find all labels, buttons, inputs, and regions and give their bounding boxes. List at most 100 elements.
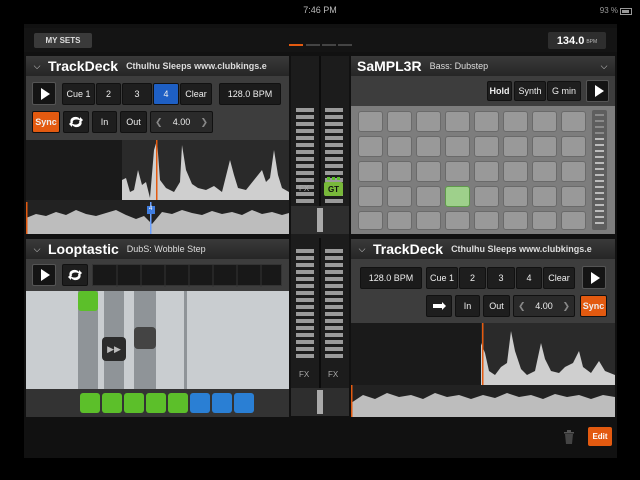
- deck1-play-button[interactable]: [32, 82, 56, 105]
- page-indicator[interactable]: [322, 44, 336, 46]
- deck2-waveform[interactable]: [351, 323, 615, 417]
- deck1-loop-button[interactable]: [63, 111, 89, 133]
- loop-clip-green[interactable]: [124, 393, 144, 413]
- deck1-cue-1[interactable]: Cue 1: [62, 83, 95, 105]
- pad[interactable]: [387, 111, 412, 132]
- pad[interactable]: [358, 111, 383, 132]
- pad[interactable]: [474, 111, 499, 132]
- pad[interactable]: [561, 211, 586, 230]
- pad[interactable]: [474, 211, 499, 230]
- chevron-right-icon[interactable]: ❯: [562, 301, 570, 312]
- pad[interactable]: [532, 211, 557, 230]
- loop-clip-green[interactable]: [146, 393, 166, 413]
- page-indicator[interactable]: [306, 44, 320, 46]
- pad[interactable]: [474, 136, 499, 157]
- pad[interactable]: [532, 186, 557, 207]
- pad[interactable]: [358, 161, 383, 182]
- my-sets-button[interactable]: MY SETS: [34, 33, 92, 48]
- crossfader-top[interactable]: [291, 206, 349, 234]
- chevron-left-icon[interactable]: ❮: [518, 301, 526, 312]
- looper-play-button[interactable]: [32, 264, 56, 286]
- pad[interactable]: [532, 111, 557, 132]
- chevron-left-icon[interactable]: ❮: [155, 117, 163, 128]
- deck2-cue-4[interactable]: 4: [516, 267, 542, 289]
- deck1-cue-3[interactable]: 3: [122, 83, 152, 105]
- pad[interactable]: [445, 211, 470, 230]
- pad[interactable]: [387, 136, 412, 157]
- loop-clip-selected[interactable]: ▶▶: [102, 337, 126, 361]
- sampler-synth-button[interactable]: Synth: [514, 81, 546, 101]
- chevron-down-icon[interactable]: ⌵: [26, 61, 48, 72]
- page-indicator[interactable]: [338, 44, 352, 46]
- edit-button[interactable]: Edit: [588, 427, 612, 446]
- deck1-waveform[interactable]: 4: [26, 140, 289, 234]
- pad[interactable]: [387, 186, 412, 207]
- pad[interactable]: [561, 111, 586, 132]
- pad[interactable]: [532, 161, 557, 182]
- deck2-bpm[interactable]: 128.0 BPM: [360, 267, 422, 289]
- pad[interactable]: [445, 161, 470, 182]
- pad[interactable]: [416, 111, 441, 132]
- pad[interactable]: [445, 136, 470, 157]
- pad[interactable]: [445, 111, 470, 132]
- sampler-scale-button[interactable]: G min: [547, 81, 581, 101]
- loop-clip-green[interactable]: [168, 393, 188, 413]
- crossfader-bottom-handle[interactable]: [317, 390, 323, 414]
- deck1-sync-button[interactable]: Sync: [32, 111, 60, 133]
- chevron-down-icon[interactable]: ⌵: [26, 244, 48, 255]
- loop-clip-green[interactable]: [80, 393, 100, 413]
- sampler-hold-button[interactable]: Hold: [487, 81, 512, 101]
- pad[interactable]: [358, 136, 383, 157]
- fx-button-bottom-right[interactable]: FX: [328, 370, 338, 379]
- deck2-play-button[interactable]: [582, 266, 606, 289]
- deck1-bpm[interactable]: 128.0 BPM: [219, 83, 281, 105]
- looper-loop-button[interactable]: [62, 264, 88, 286]
- pad[interactable]: [416, 136, 441, 157]
- gt-button[interactable]: GT: [324, 182, 343, 196]
- fx-button-bottom-left[interactable]: FX: [299, 370, 309, 379]
- deck2-cue-1[interactable]: Cue 1: [426, 267, 458, 289]
- deck1-loop-out[interactable]: Out: [120, 111, 147, 133]
- deck2-sync-button[interactable]: Sync: [580, 295, 607, 317]
- pad[interactable]: [503, 111, 528, 132]
- pad[interactable]: [561, 161, 586, 182]
- pad[interactable]: [503, 161, 528, 182]
- loop-clip-blue[interactable]: [234, 393, 254, 413]
- pad[interactable]: [503, 211, 528, 230]
- sampler-play-button[interactable]: [586, 80, 609, 102]
- deck2-cue-2[interactable]: 2: [459, 267, 486, 289]
- deck2-loop-button[interactable]: [426, 295, 452, 317]
- pad-active[interactable]: [445, 186, 470, 207]
- pad[interactable]: [416, 186, 441, 207]
- trash-icon[interactable]: [563, 430, 575, 444]
- crossfader-bottom[interactable]: [291, 388, 349, 416]
- deck2-loop-in[interactable]: In: [455, 295, 480, 317]
- pad[interactable]: [503, 136, 528, 157]
- loop-lane-4[interactable]: [184, 291, 187, 389]
- page-indicator-active[interactable]: [289, 44, 303, 46]
- loop-clip-green[interactable]: [78, 291, 98, 311]
- master-bpm[interactable]: 134.0 BPM: [548, 32, 606, 49]
- pad[interactable]: [561, 136, 586, 157]
- deck2-loop-out[interactable]: Out: [483, 295, 510, 317]
- deck2-cue-3[interactable]: 3: [487, 267, 515, 289]
- pad[interactable]: [532, 136, 557, 157]
- pad[interactable]: [358, 211, 383, 230]
- loop-clip-green[interactable]: [102, 393, 122, 413]
- loop-clip-dark[interactable]: [134, 327, 156, 349]
- pad[interactable]: [503, 186, 528, 207]
- deck1-cue-marker[interactable]: 4: [149, 206, 152, 212]
- pad[interactable]: [474, 161, 499, 182]
- deck2-clear-button[interactable]: Clear: [543, 267, 575, 289]
- crossfader-top-handle[interactable]: [317, 208, 323, 232]
- pad[interactable]: [387, 211, 412, 230]
- deck2-loop-length[interactable]: ❮ 4.00 ❯: [513, 295, 575, 317]
- deck1-loop-length[interactable]: ❮ 4.00 ❯: [150, 111, 213, 133]
- loop-clip-blue[interactable]: [212, 393, 232, 413]
- looper-timeline[interactable]: [92, 264, 282, 287]
- deck1-loop-in[interactable]: In: [92, 111, 117, 133]
- sampler-level-slider[interactable]: [592, 110, 607, 230]
- pad[interactable]: [561, 186, 586, 207]
- pad[interactable]: [416, 211, 441, 230]
- fx-button-top-left[interactable]: FX: [299, 184, 309, 193]
